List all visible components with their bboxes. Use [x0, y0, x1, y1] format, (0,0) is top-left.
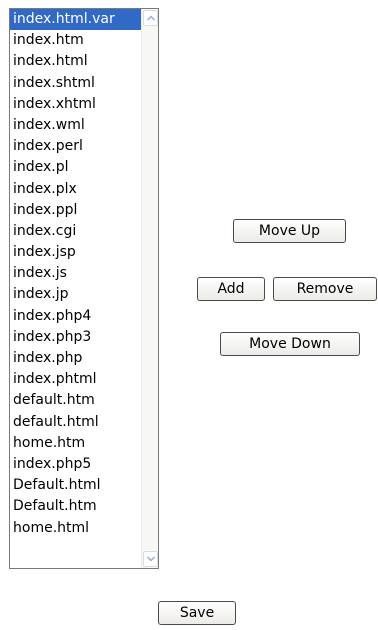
list-item[interactable]: index.php3 — [10, 327, 143, 348]
list-item[interactable]: index.html — [10, 51, 143, 72]
list-item[interactable]: index.pl — [10, 157, 143, 178]
list-item[interactable]: index.cgi — [10, 221, 143, 242]
scroll-down-button[interactable] — [143, 551, 158, 567]
list-item[interactable]: index.php — [10, 348, 143, 369]
file-list-items: index.html.var index.htm index.html index.s… — [10, 9, 143, 539]
chevron-up-icon — [147, 15, 155, 21]
list-item[interactable]: index.xhtml — [10, 94, 143, 115]
list-item[interactable]: Default.html — [10, 475, 143, 496]
list-item[interactable]: index.ppl — [10, 200, 143, 221]
remove-button[interactable]: Remove — [273, 277, 377, 301]
add-button[interactable]: Add — [197, 277, 265, 301]
list-item[interactable]: home.html — [10, 518, 143, 539]
list-item[interactable]: index.perl — [10, 136, 143, 157]
list-item[interactable]: index.htm — [10, 30, 143, 51]
list-item[interactable]: index.js — [10, 263, 143, 284]
list-item[interactable]: index.html.var — [10, 9, 143, 31]
list-item[interactable]: index.shtml — [10, 73, 143, 94]
list-item[interactable]: index.plx — [10, 179, 143, 200]
save-button[interactable]: Save — [158, 601, 236, 625]
list-item[interactable]: index.jp — [10, 284, 143, 305]
list-item[interactable]: default.html — [10, 412, 143, 433]
list-item[interactable]: index.php5 — [10, 454, 143, 475]
move-up-button[interactable]: Move Up — [233, 219, 346, 243]
scroll-up-button[interactable] — [143, 10, 158, 26]
list-item[interactable]: index.php4 — [10, 306, 143, 327]
list-item[interactable]: Default.htm — [10, 496, 143, 517]
file-listbox[interactable]: index.html.var index.htm index.html index.s… — [9, 8, 159, 569]
list-item[interactable]: default.htm — [10, 390, 143, 411]
list-item[interactable]: index.jsp — [10, 242, 143, 263]
list-item[interactable]: home.htm — [10, 433, 143, 454]
move-down-button[interactable]: Move Down — [220, 332, 360, 356]
list-item[interactable]: index.wml — [10, 115, 143, 136]
vertical-scrollbar[interactable] — [141, 9, 158, 568]
list-item[interactable]: index.phtml — [10, 369, 143, 390]
chevron-down-icon — [147, 556, 155, 562]
